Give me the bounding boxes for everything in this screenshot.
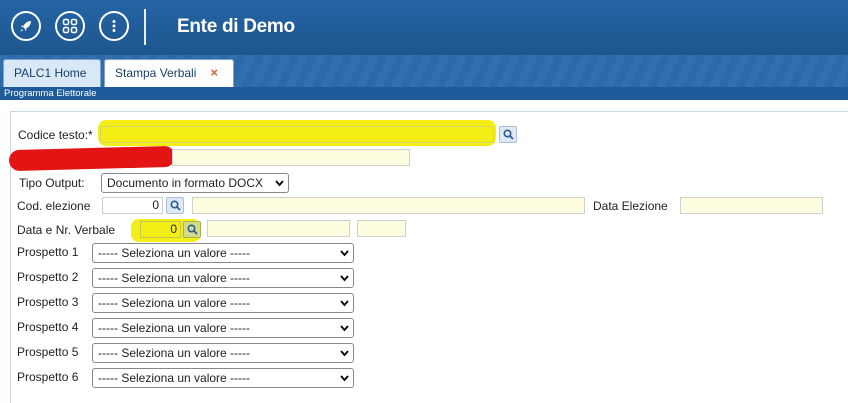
prospetto-3-value: ----- Seleziona un valore -----: [98, 296, 251, 310]
tipo-output-select[interactable]: Documento in formato DOCX: [101, 173, 289, 193]
tab-strip: PALC1 Home Stampa Verbali ×: [0, 55, 848, 87]
more-vertical-icon: [112, 20, 116, 32]
prospetto-4-value: ----- Seleziona un valore -----: [98, 321, 251, 335]
prospetto-4-select[interactable]: ----- Seleziona un valore -----: [92, 318, 354, 338]
prospetto-4-label: Prospetto 4: [17, 320, 79, 334]
cod-elezione-search-button[interactable]: [166, 197, 184, 214]
prospetto-5-label: Prospetto 5: [17, 345, 79, 359]
chevron-down-icon: [340, 325, 349, 332]
redaction-mark: [8, 145, 176, 172]
cod-elezione-description-field[interactable]: [192, 197, 585, 214]
data-nr-verbale-input[interactable]: 0: [140, 221, 181, 238]
codice-testo-input[interactable]: [100, 126, 494, 143]
data-nr-verbale-label: Data e Nr. Verbale: [17, 223, 116, 237]
codice-testo-search-button[interactable]: [499, 126, 517, 143]
prospetto-3-label: Prospetto 3: [17, 295, 79, 309]
prospetto-6-value: ----- Seleziona un valore -----: [98, 371, 251, 385]
top-bar: Ente di Demo: [0, 0, 848, 55]
chevron-down-icon: [275, 180, 284, 187]
prospetto-1-value: ----- Seleziona un valore -----: [98, 246, 251, 260]
chevron-down-icon: [340, 275, 349, 282]
grid-icon: [62, 18, 78, 34]
header-divider: [144, 9, 146, 45]
verbale-extra-field[interactable]: [357, 220, 406, 237]
rocket-button[interactable]: [11, 11, 41, 41]
prospetto-1-select[interactable]: ----- Seleziona un valore -----: [92, 243, 354, 263]
cod-elezione-input[interactable]: 0: [102, 197, 163, 214]
prospetto-2-select[interactable]: ----- Seleziona un valore -----: [92, 268, 354, 288]
data-elezione-field[interactable]: [680, 197, 823, 214]
prospetto-6-label: Prospetto 6: [17, 370, 79, 384]
more-menu-button[interactable]: [99, 11, 129, 41]
tab-stampa-verbali[interactable]: Stampa Verbali ×: [104, 59, 234, 87]
chevron-down-icon: [340, 300, 349, 307]
apps-button[interactable]: [55, 11, 85, 41]
codice-testo-description-field[interactable]: [172, 149, 410, 166]
tipo-output-label: Tipo Output:: [19, 176, 85, 190]
tipo-output-value: Documento in formato DOCX: [107, 176, 264, 190]
rocket-icon: [20, 21, 31, 32]
tab-label: Stampa Verbali: [115, 66, 197, 80]
section-title: Programma Elettorale: [0, 87, 848, 100]
close-icon[interactable]: ×: [210, 65, 218, 80]
app-title: Ente di Demo: [177, 16, 295, 37]
chevron-down-icon: [340, 350, 349, 357]
prospetto-6-select[interactable]: ----- Seleziona un valore -----: [92, 368, 354, 388]
verbale-description-field[interactable]: [207, 220, 350, 237]
prospetto-5-select[interactable]: ----- Seleziona un valore -----: [92, 343, 354, 363]
prospetto-3-select[interactable]: ----- Seleziona un valore -----: [92, 293, 354, 313]
chevron-down-icon: [340, 250, 349, 257]
prospetto-1-label: Prospetto 1: [17, 245, 79, 259]
codice-testo-label: Codice testo:*: [18, 128, 93, 142]
prospetto-2-value: ----- Seleziona un valore -----: [98, 271, 251, 285]
search-icon: [186, 224, 198, 235]
tab-palc1-home[interactable]: PALC1 Home: [3, 59, 101, 87]
search-icon: [502, 129, 514, 140]
cod-elezione-label: Cod. elezione: [17, 199, 91, 213]
chevron-down-icon: [340, 375, 349, 382]
search-icon: [169, 200, 181, 211]
data-elezione-label: Data Elezione: [593, 199, 668, 213]
prospetto-5-value: ----- Seleziona un valore -----: [98, 346, 251, 360]
data-nr-verbale-search-button[interactable]: [183, 221, 201, 238]
tab-label: PALC1 Home: [14, 66, 87, 80]
prospetto-2-label: Prospetto 2: [17, 270, 79, 284]
